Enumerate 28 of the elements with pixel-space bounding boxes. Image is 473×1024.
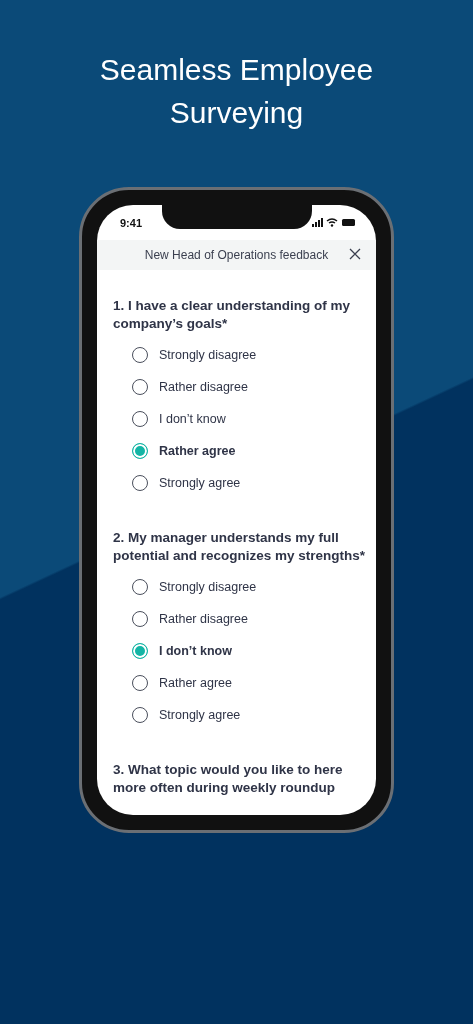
status-icons xyxy=(312,217,356,228)
question-text: 1. I have a clear understanding of my company’s goals* xyxy=(113,297,352,333)
survey-title: New Head of Operations feedback xyxy=(144,248,329,262)
radio-button[interactable] xyxy=(132,579,148,595)
radio-button[interactable] xyxy=(132,611,148,627)
option-label: I don’t know xyxy=(159,644,232,658)
radio-button[interactable] xyxy=(132,411,148,427)
option-label: Rather agree xyxy=(159,676,232,690)
option-label: Strongly disagree xyxy=(159,348,257,362)
radio-button[interactable] xyxy=(132,443,148,459)
close-icon[interactable] xyxy=(349,248,361,260)
radio-button[interactable] xyxy=(132,347,148,363)
radio-button[interactable] xyxy=(132,707,148,723)
question-text: 2. My manager understands my full potential and recognizes my strengths* xyxy=(113,529,366,565)
headline: Seamless Employee Surveying xyxy=(98,52,375,131)
radio-button[interactable] xyxy=(132,643,148,659)
option-label: Rather agree xyxy=(159,444,236,458)
question-text: 3. What topic would you like to here more often during weekly roundup xyxy=(113,761,344,797)
option-label: Strongly agree xyxy=(159,708,241,722)
radio-button[interactable] xyxy=(132,475,148,491)
option-label: Strongly disagree xyxy=(159,580,257,594)
option-label: Rather disagree xyxy=(159,380,248,394)
radio-button[interactable] xyxy=(132,379,148,395)
option-label: Rather disagree xyxy=(159,612,248,626)
radio-button[interactable] xyxy=(132,675,148,691)
option-label: Strongly agree xyxy=(159,476,241,490)
status-time: 9:41 xyxy=(120,216,143,229)
option-label: I don’t know xyxy=(159,412,226,426)
